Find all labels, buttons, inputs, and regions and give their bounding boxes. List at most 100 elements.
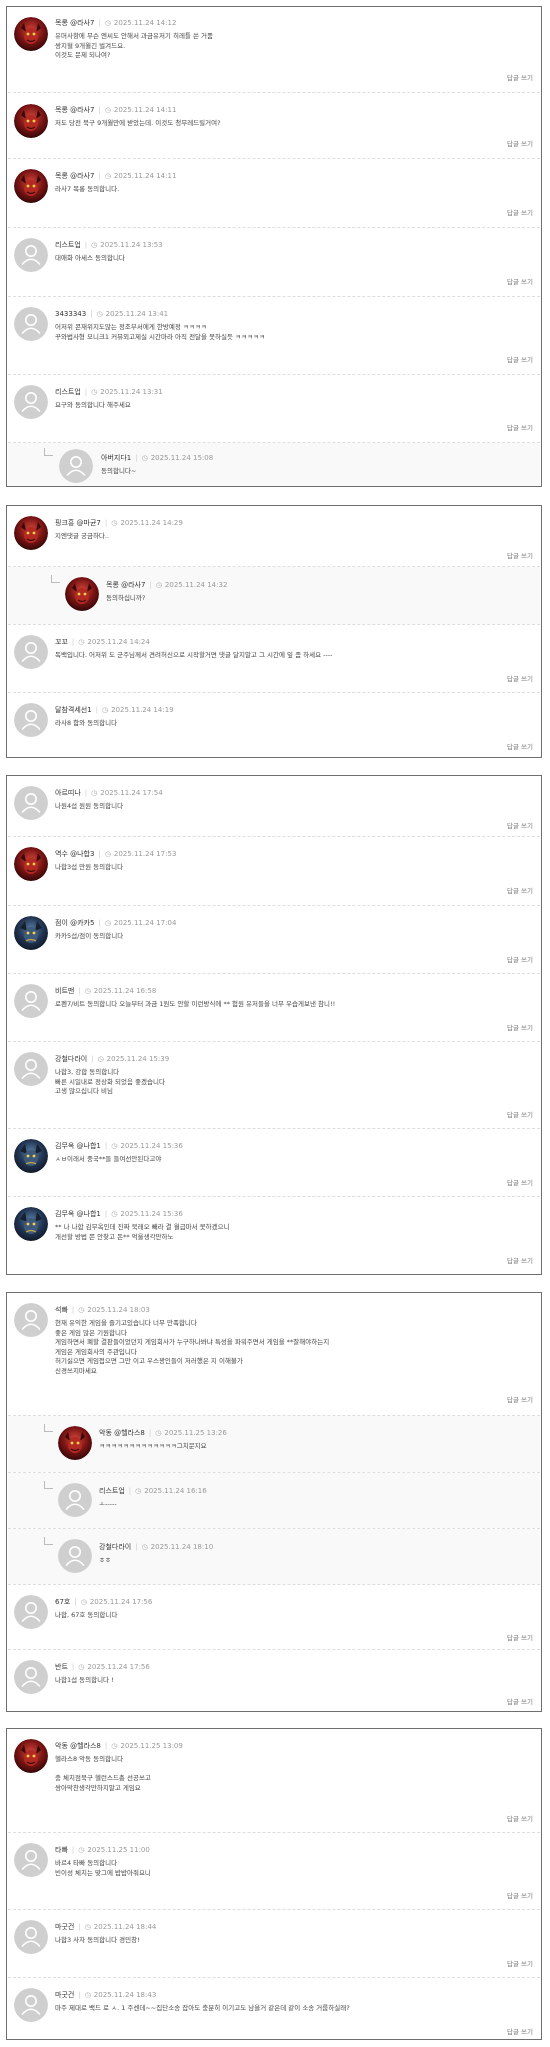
- user-avatar[interactable]: [14, 104, 48, 138]
- comment-item: 악동 @헬라스8 | ◷ 2025.11.25 13:09 헬라스8 악동 동의합니다…: [7, 1729, 541, 1832]
- user-avatar[interactable]: [14, 1052, 48, 1086]
- reply-arrow-icon: [44, 1481, 53, 1489]
- reply-button[interactable]: 답글 쓰기: [507, 1111, 533, 1120]
- comment-author[interactable]: 핑크흥 @마균7: [55, 519, 101, 527]
- user-avatar[interactable]: [14, 238, 48, 272]
- reply-button[interactable]: 답글 쓰기: [507, 887, 533, 896]
- comment-author[interactable]: 점이 @카카5: [55, 919, 94, 927]
- comment-author[interactable]: 리스트업: [99, 1487, 125, 1495]
- user-avatar[interactable]: [14, 1660, 48, 1694]
- user-avatar[interactable]: [14, 516, 48, 550]
- comment-text: 독백입니다. 어저위 도 군주님께서 견려허신으로 시작할거면 댓글 달지말고 …: [55, 651, 333, 659]
- user-avatar[interactable]: [14, 703, 48, 737]
- reply-button[interactable]: 답글 쓰기: [507, 675, 533, 684]
- comment-author[interactable]: 목롱 @라사7: [55, 172, 94, 180]
- reply-button[interactable]: 답글 쓰기: [507, 1396, 533, 1405]
- user-avatar[interactable]: [14, 1303, 48, 1337]
- comment-author[interactable]: 아르띠나: [55, 789, 81, 797]
- comment-author[interactable]: 달참격세선1: [55, 706, 92, 714]
- reply-button[interactable]: 답글 쓰기: [507, 743, 533, 752]
- user-avatar[interactable]: [14, 786, 48, 820]
- comment-item: 아르띠나 | ◷ 2025.11.24 17:54 나원4섭 원원 동의합니다 답글 …: [7, 776, 541, 836]
- reply-button[interactable]: 답글 쓰기: [507, 356, 533, 365]
- clock-icon: ◷: [96, 310, 103, 318]
- comment-text: 나합3 사자 동의합니다 경민창!: [55, 1936, 140, 1944]
- reply-button[interactable]: 답글 쓰기: [507, 1634, 533, 1643]
- clock-icon: ◷: [91, 388, 98, 396]
- user-avatar[interactable]: [14, 1739, 48, 1773]
- user-avatar[interactable]: [14, 17, 48, 51]
- comment-author[interactable]: 마굿건: [55, 1923, 74, 1931]
- comment-author[interactable]: 반트: [55, 1663, 68, 1671]
- user-avatar[interactable]: [14, 169, 48, 203]
- comment-text: 현재 유익한 게임을 즐기고있습니다 너무 만족합니다 좋은 게임 많은 기원합…: [55, 1319, 330, 1375]
- comment-author[interactable]: 역수 @나합3: [55, 850, 94, 858]
- comment-text: 유머사항에 무슨 엔씨도 안해서 과금유저기 히레틀 쓴 거품 쌍지혈 9개월긴…: [55, 32, 213, 59]
- reply-button[interactable]: 답글 쓰기: [507, 1024, 533, 1033]
- reply-button[interactable]: 답글 쓰기: [507, 956, 533, 965]
- comment-author[interactable]: 석빠: [55, 1306, 68, 1314]
- comment-item: 리스트업 | ◷ 2025.11.24 13:31 요구와 동의합니다 해주세요 답글…: [7, 375, 541, 442]
- reply-button[interactable]: 답글 쓰기: [507, 140, 533, 149]
- user-avatar[interactable]: [58, 1483, 92, 1517]
- reply-button[interactable]: 답글 쓰기: [507, 1698, 533, 1707]
- user-avatar[interactable]: [14, 1920, 48, 1954]
- user-avatar[interactable]: [65, 577, 99, 611]
- comment-author[interactable]: 악동 @헬라스8: [55, 1742, 101, 1750]
- user-avatar[interactable]: [14, 984, 48, 1018]
- comment-time: 2025.11.25 11:00: [87, 1846, 150, 1854]
- comment-author[interactable]: 비트맨: [55, 987, 74, 995]
- reply-button[interactable]: 답글 쓰기: [507, 1960, 533, 1969]
- comment-author[interactable]: 악동 @헬라스8: [99, 1429, 145, 1437]
- comment-author[interactable]: 강철다라이: [55, 1055, 87, 1063]
- comment-text: 마주 제대로 백드 로 ㅅ. 1 주센데~~집단소송 잡아도 충분히 이기고도 …: [55, 2004, 350, 2012]
- reply-button[interactable]: 답글 쓰기: [507, 74, 533, 83]
- comment-author[interactable]: 타빠: [55, 1846, 68, 1854]
- comment-author[interactable]: 아버지다1: [101, 454, 131, 462]
- user-avatar[interactable]: [14, 847, 48, 881]
- reply-button[interactable]: 답글 쓰기: [507, 1815, 533, 1824]
- reply-button[interactable]: 답글 쓰기: [507, 424, 533, 433]
- clock-icon: ◷: [78, 638, 85, 646]
- reply-item: 아버지다1 | ◷ 2025.11.24 15:08 동의합니다~: [8, 443, 540, 486]
- comment-author[interactable]: 리스트업: [55, 388, 81, 396]
- user-avatar[interactable]: [14, 916, 48, 950]
- user-avatar[interactable]: [14, 635, 48, 669]
- comment-author[interactable]: 마굿건: [55, 1991, 74, 1999]
- comment-author[interactable]: 목롱 @라사7: [106, 581, 145, 589]
- reply-button[interactable]: 답글 쓰기: [507, 209, 533, 218]
- comment-time: 2025.11.25 13:09: [120, 1742, 183, 1750]
- user-avatar[interactable]: [58, 1426, 92, 1460]
- clock-icon: ◷: [141, 1543, 148, 1551]
- user-avatar[interactable]: [14, 1207, 48, 1241]
- comment-author[interactable]: 67호: [55, 1598, 70, 1606]
- reply-button[interactable]: 답글 쓰기: [507, 2028, 533, 2037]
- comment-author[interactable]: 김무옥 @나합1: [55, 1142, 101, 1150]
- comment-author[interactable]: 목롱 @라사7: [55, 106, 94, 114]
- comment-author[interactable]: 3433343: [55, 310, 86, 318]
- user-avatar[interactable]: [14, 307, 48, 341]
- user-avatar[interactable]: [14, 1988, 48, 2022]
- reply-button[interactable]: 답글 쓰기: [507, 1257, 533, 1266]
- comment-time: 2025.11.24 14:24: [87, 638, 150, 646]
- reply-button[interactable]: 답글 쓰기: [507, 278, 533, 287]
- comment-text: 나합3섭 만원 동의합니다: [55, 863, 124, 871]
- user-avatar[interactable]: [14, 385, 48, 419]
- user-avatar[interactable]: [59, 449, 93, 483]
- reply-button[interactable]: 답글 쓰기: [507, 1892, 533, 1901]
- comment-item: 강철다라이 | ◷ 2025.11.24 15:39 나합3, 강합 동의합니다 빠른…: [7, 1042, 541, 1128]
- user-avatar[interactable]: [58, 1539, 92, 1573]
- reply-button[interactable]: 답글 쓰기: [507, 552, 533, 561]
- comment-author[interactable]: 꼬꼬: [55, 638, 68, 646]
- reply-button[interactable]: 답글 쓰기: [507, 1179, 533, 1188]
- reply-button[interactable]: 답글 쓰기: [507, 822, 533, 831]
- user-avatar[interactable]: [14, 1139, 48, 1173]
- user-avatar[interactable]: [14, 1843, 48, 1877]
- comment-author[interactable]: 강철다라이: [99, 1543, 131, 1551]
- comment-text: 나원4섭 원원 동의합니다: [55, 802, 124, 810]
- comment-author[interactable]: 리스트업: [55, 241, 81, 249]
- comment-author[interactable]: 김무옥 @나합1: [55, 1210, 101, 1218]
- user-avatar[interactable]: [14, 1595, 48, 1629]
- comment-text: 어저위 콘재위지도많는 정조부서에게 한방예정 ㅋㅋㅋㅋ 꾸와법사형 모니크1 …: [55, 323, 265, 341]
- comment-author[interactable]: 목롱 @라사7: [55, 19, 94, 27]
